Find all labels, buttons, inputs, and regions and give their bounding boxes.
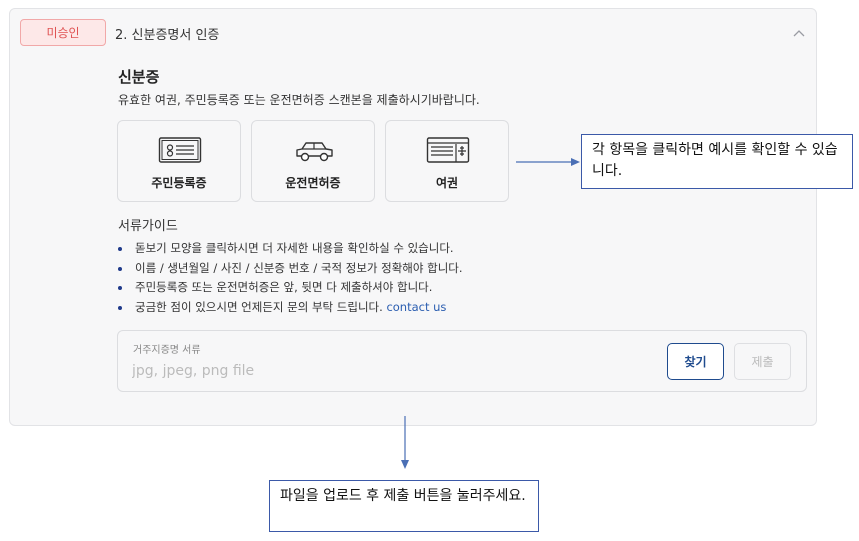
guide-item: 주민등록증 또는 운전면허증은 앞, 뒷면 다 제출하셔야 합니다. [118,278,463,298]
guide-item: 돋보기 모양을 클릭하시면 더 자세한 내용을 확인하실 수 있습니다. [118,239,463,259]
step-title: 2. 신분증명서 인증 [115,28,220,43]
doc-card-label: 주민등록증 [151,176,207,190]
bullet-icon [118,305,122,310]
doc-card-label: 여권 [435,176,459,190]
doc-card-drivers-license[interactable]: 운전면허증 [251,120,375,202]
bullet-icon [118,247,122,251]
car-icon [296,142,333,162]
bullet-icon [118,266,122,271]
guide-item: 궁금한 점이 있으시면 언제든지 문의 부탁 드립니다. contact us [118,298,463,318]
guide-item: 이름 / 생년월일 / 사진 / 신분증 번호 / 국적 정보가 정확해야 합니… [118,259,463,279]
file-path-input[interactable] [132,360,632,382]
annotation-note-doc-examples: 각 항목을 클릭하면 예시를 확인할 수 있습니다. [581,134,853,189]
upload-box: 거주지증명 서류 찾기 제출 [117,330,807,392]
annotation-note-upload-submit: 파일을 업로드 후 제출 버튼을 눌러주세요. [269,480,539,532]
passport-icon [426,137,470,163]
id-card-icon [158,137,202,163]
id-verification-panel: 미승인 2. 신분증명서 인증 신분증 유효한 여권, 주민등록증 또는 운전면… [9,8,817,426]
bullet-icon [118,286,122,290]
section-heading: 신분증 [118,68,160,86]
section-description: 유효한 여권, 주민등록증 또는 운전면허증 스캔본을 제출하시기바랍니다. [118,93,480,107]
status-badge: 미승인 [20,19,106,46]
upload-label: 거주지증명 서류 [133,345,201,356]
guide-list: 돋보기 모양을 클릭하시면 더 자세한 내용을 확인하실 수 있습니다. 이름 … [118,239,463,317]
find-button[interactable]: 찾기 [667,343,724,380]
doc-card-passport[interactable]: 여권 [385,120,509,202]
doc-card-id-card[interactable]: 주민등록증 [117,120,241,202]
guide-title: 서류가이드 [118,219,178,234]
chevron-up-icon[interactable] [793,29,805,37]
contact-link[interactable]: contact us [386,300,446,314]
doc-card-label: 운전면허증 [285,176,341,190]
submit-button[interactable]: 제출 [734,343,791,380]
